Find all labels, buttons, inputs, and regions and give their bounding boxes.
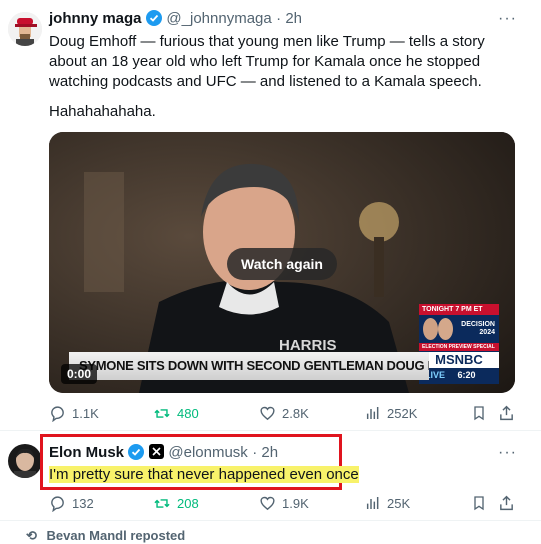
verified-badge-icon bbox=[128, 444, 145, 460]
tweet-header: johnny maga @_johnnymaga · 2h bbox=[49, 10, 302, 28]
reply-count: 132 bbox=[72, 496, 94, 511]
author-handle[interactable]: @_johnnymaga bbox=[166, 10, 271, 27]
msnbc-logo: MSNBC bbox=[419, 352, 499, 368]
analytics-icon bbox=[366, 407, 379, 419]
avatar[interactable] bbox=[8, 444, 42, 478]
views-button[interactable]: 252K bbox=[365, 405, 417, 421]
tonight-label: TONIGHT 7 PM ET bbox=[419, 304, 499, 315]
repost-context[interactable]: ⟲ Bevan Mandl reposted bbox=[26, 528, 185, 544]
repost-button[interactable]: 208 bbox=[153, 495, 199, 512]
tweet-time[interactable]: · 2h bbox=[276, 10, 302, 27]
like-count: 2.8K bbox=[282, 406, 309, 421]
election-preview-label: ELECTION PREVIEW SPECIAL bbox=[419, 343, 499, 351]
video-time: 0:00 bbox=[61, 364, 98, 384]
tweet-header: Elon Musk @elonmusk · 2h bbox=[49, 444, 278, 462]
verified-badge-icon bbox=[145, 10, 162, 26]
watch-again-button[interactable]: Watch again bbox=[227, 248, 337, 280]
share-icon[interactable] bbox=[498, 494, 515, 517]
reply-button[interactable]: 1.1K bbox=[49, 405, 99, 422]
tweet-time[interactable]: · 2h bbox=[252, 444, 278, 461]
repost-count: 208 bbox=[177, 496, 199, 511]
repost-button[interactable]: 480 bbox=[153, 405, 199, 422]
author-handle[interactable]: @elonmusk bbox=[168, 444, 247, 461]
like-button[interactable]: 1.9K bbox=[259, 495, 309, 512]
live-time: 6:20 bbox=[457, 370, 476, 380]
view-count: 25K bbox=[387, 495, 411, 511]
author-name[interactable]: Elon Musk bbox=[49, 444, 124, 461]
view-count: 252K bbox=[387, 405, 418, 421]
more-options-icon[interactable]: ··· bbox=[498, 444, 517, 462]
news-banner: SYMONE SITS DOWN WITH SECOND GENTLEMAN D… bbox=[69, 352, 429, 380]
video-player[interactable]: HARRIS TONIGHT 7 PM ET DECISION 2024 ELE… bbox=[49, 132, 515, 393]
like-button[interactable]: 2.8K bbox=[259, 405, 309, 422]
tweet-text: Doug Emhoff — furious that young men lik… bbox=[49, 33, 485, 90]
author-name[interactable]: johnny maga bbox=[49, 10, 142, 27]
reply-icon bbox=[51, 496, 64, 512]
repost-icon bbox=[154, 409, 170, 418]
repost-count: 480 bbox=[177, 406, 199, 421]
analytics-icon bbox=[366, 497, 379, 509]
reply-icon bbox=[51, 406, 64, 422]
candidate-photo bbox=[437, 318, 453, 340]
highlighted-text: I'm pretty sure that never happened even… bbox=[49, 466, 359, 483]
more-options-icon[interactable]: ··· bbox=[498, 10, 517, 28]
tweet-text: I'm pretty sure that never happened even… bbox=[49, 465, 359, 485]
candidate-photo bbox=[423, 318, 438, 340]
divider bbox=[0, 430, 541, 431]
bookmark-icon[interactable] bbox=[471, 494, 487, 517]
bookmark-icon[interactable] bbox=[471, 404, 487, 427]
divider bbox=[0, 520, 541, 521]
heart-icon bbox=[260, 406, 275, 421]
tweet-text-2: Hahahahahaha. bbox=[49, 103, 156, 120]
heart-icon bbox=[260, 496, 275, 511]
live-indicator: LIVE 6:20 bbox=[419, 368, 499, 382]
reply-count: 1.1K bbox=[72, 406, 99, 421]
share-icon[interactable] bbox=[498, 404, 515, 427]
views-button[interactable]: 25K bbox=[365, 495, 410, 511]
avatar[interactable] bbox=[8, 12, 42, 46]
like-count: 1.9K bbox=[282, 496, 309, 511]
reply-button[interactable]: 132 bbox=[49, 495, 94, 512]
repost-icon bbox=[154, 499, 170, 508]
decision-2024-label: DECISION 2024 bbox=[461, 321, 495, 336]
x-affiliate-badge-icon bbox=[148, 444, 164, 459]
